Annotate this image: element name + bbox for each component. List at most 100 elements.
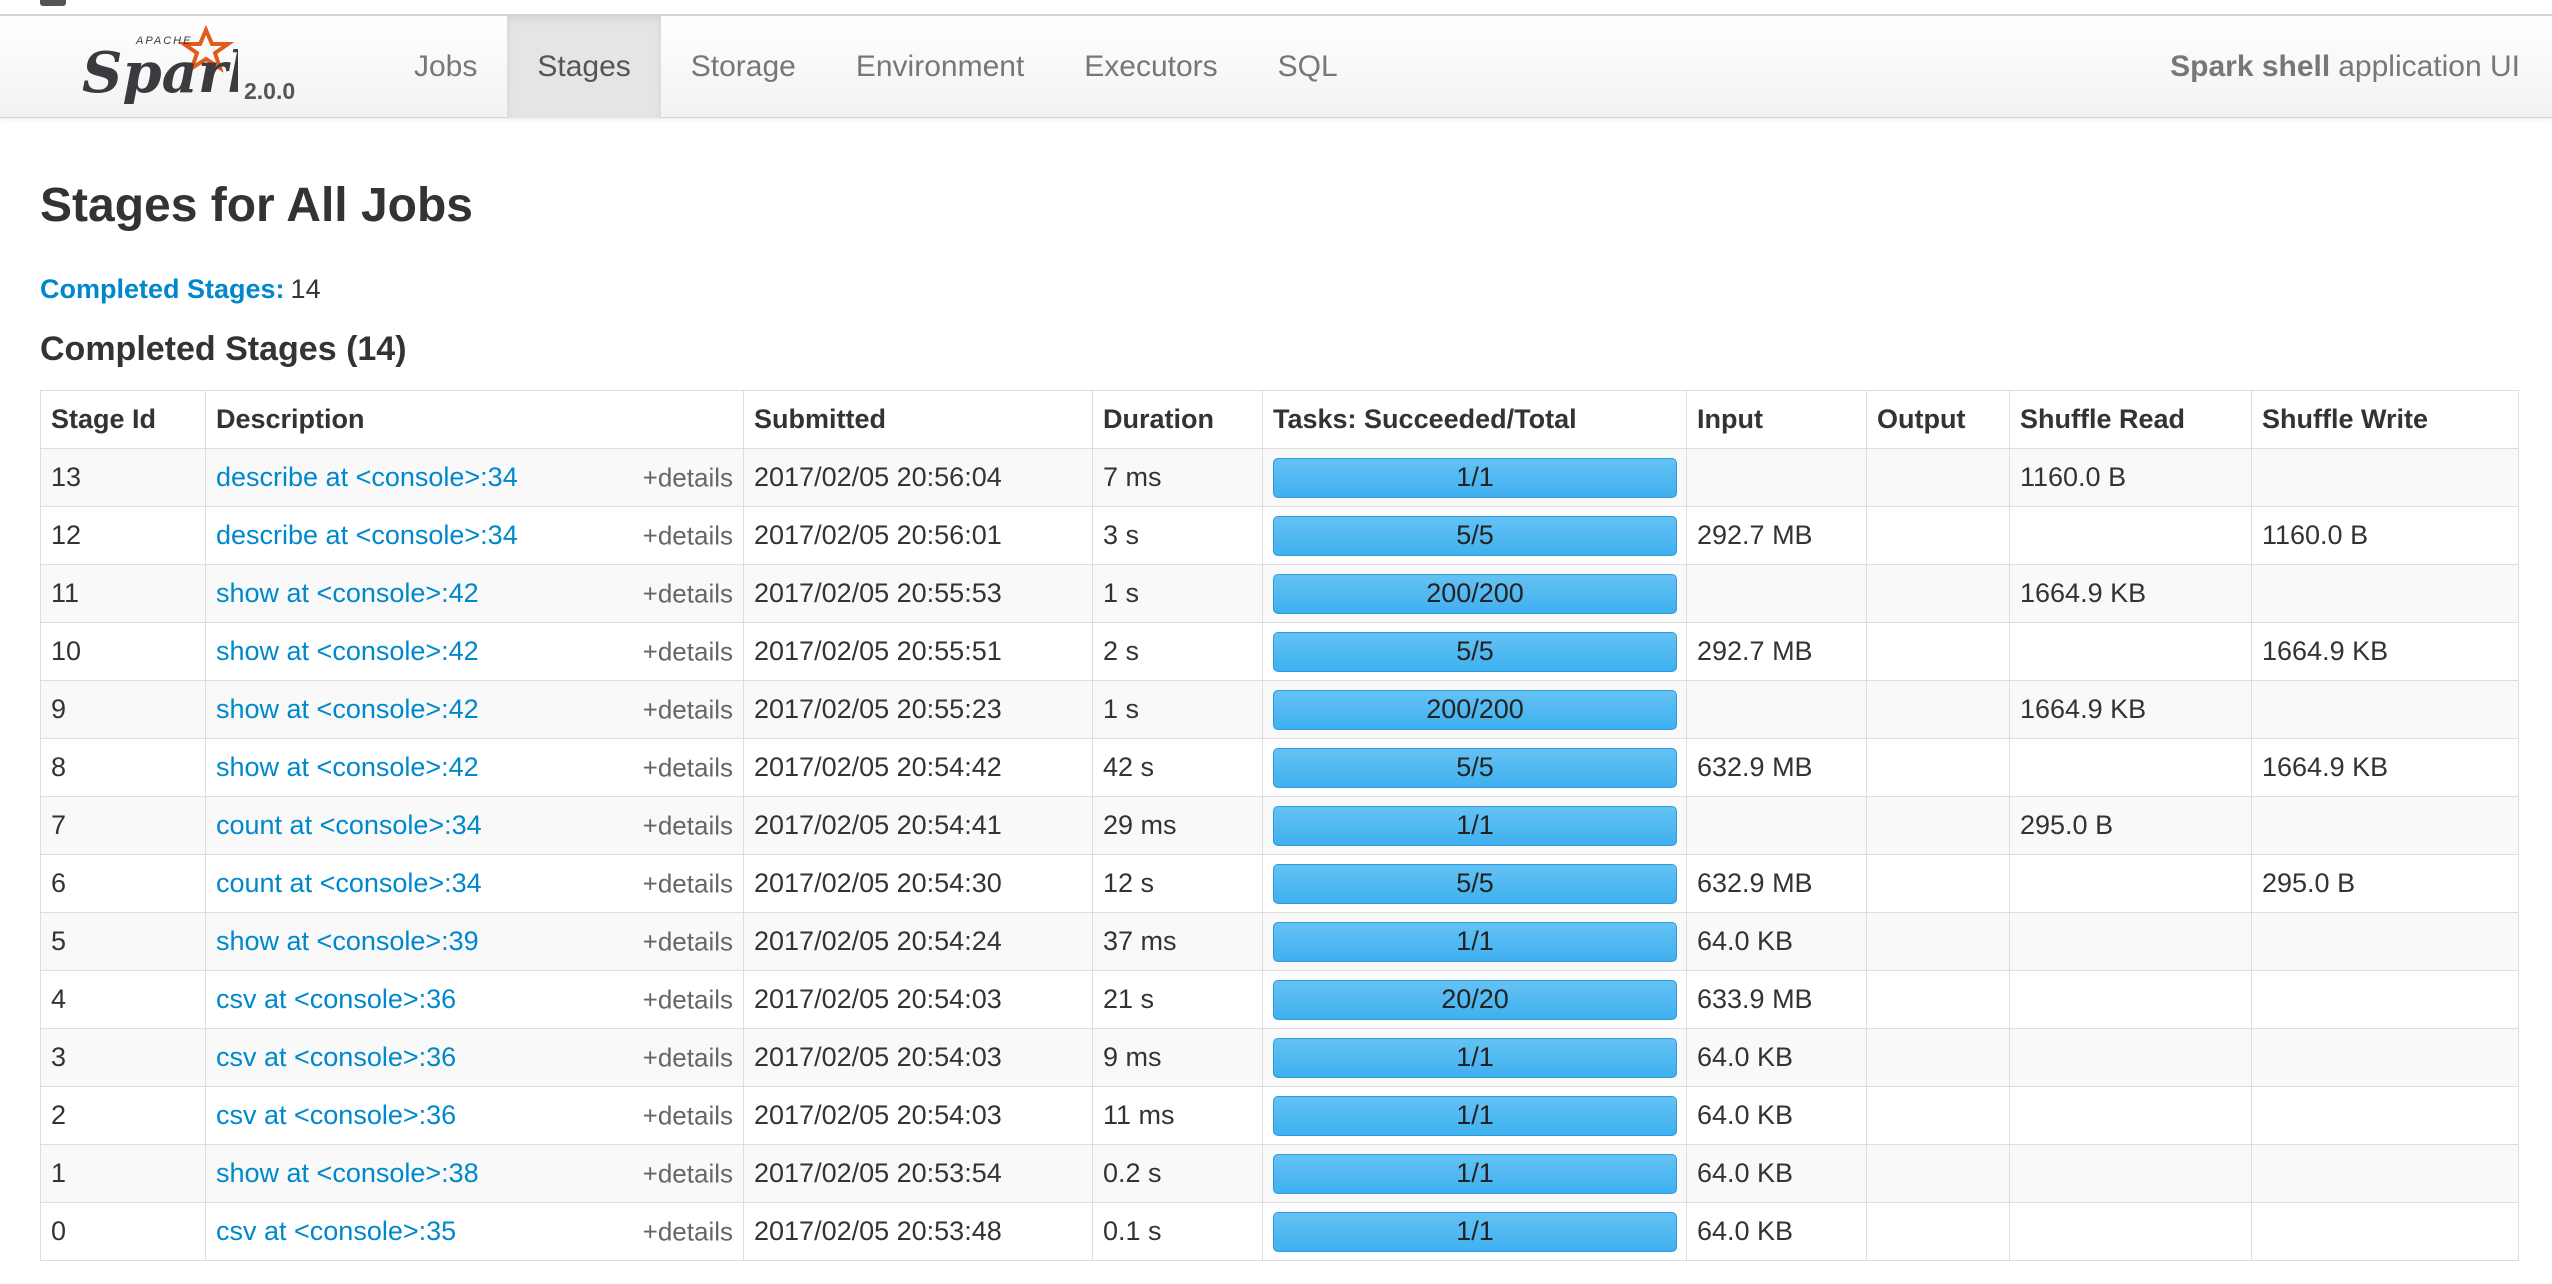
description-cell: show at <console>:39 +details [205, 912, 744, 971]
tasks-progress-label: 1/1 [1456, 926, 1494, 956]
shuffle-write-cell: 1664.9 KB [2251, 622, 2519, 681]
tasks-cell: 1/1 [1262, 912, 1687, 971]
stage-description-link[interactable]: count at <console>:34 [216, 868, 482, 898]
stage-description-link[interactable]: describe at <console>:34 [216, 520, 518, 550]
submitted-cell: 2017/02/05 20:56:01 [743, 506, 1093, 565]
nav-environment[interactable]: Environment [826, 16, 1054, 118]
details-toggle[interactable]: +details [643, 868, 733, 899]
output-cell [1866, 912, 2010, 971]
tasks-progress-label: 20/20 [1441, 984, 1509, 1014]
stage-id-cell: 10 [40, 622, 206, 681]
shuffle-read-cell: 1160.0 B [2009, 448, 2252, 507]
header-shuffle-write[interactable]: Shuffle Write [2251, 390, 2519, 449]
stage-description-link[interactable]: count at <console>:34 [216, 810, 482, 840]
tasks-progress-bar: 200/200 [1273, 689, 1677, 730]
details-toggle[interactable]: +details [643, 752, 733, 783]
output-cell [1866, 564, 2010, 623]
table-row: 2 csv at <console>:36 +details 2017/02/05 2… [40, 1086, 2519, 1145]
nav-storage[interactable]: Storage [661, 16, 826, 118]
completed-stages-link[interactable]: Completed Stages: [40, 274, 285, 304]
input-cell: 292.7 MB [1686, 506, 1867, 565]
shuffle-write-cell [2251, 796, 2519, 855]
stage-description-link[interactable]: csv at <console>:36 [216, 1042, 456, 1072]
description-cell: show at <console>:42 +details [205, 564, 744, 623]
output-cell [1866, 622, 2010, 681]
stage-description-link[interactable]: show at <console>:39 [216, 926, 479, 956]
stage-description-link[interactable]: describe at <console>:34 [216, 462, 518, 492]
output-cell [1866, 506, 2010, 565]
description-cell: show at <console>:42 +details [205, 622, 744, 681]
duration-cell: 2 s [1092, 622, 1263, 681]
tasks-progress-bar: 20/20 [1273, 979, 1677, 1020]
input-cell: 292.7 MB [1686, 622, 1867, 681]
stage-description-link[interactable]: show at <console>:42 [216, 578, 479, 608]
header-stage-id[interactable]: Stage Id [40, 390, 206, 449]
tasks-progress-label: 1/1 [1456, 1042, 1494, 1072]
nav-jobs[interactable]: Jobs [384, 16, 507, 118]
details-toggle[interactable]: +details [643, 520, 733, 551]
details-toggle[interactable]: +details [643, 984, 733, 1015]
tasks-progress-label: 1/1 [1456, 462, 1494, 492]
details-toggle[interactable]: +details [643, 1042, 733, 1073]
shuffle-write-cell [2251, 1144, 2519, 1203]
stage-description-link[interactable]: csv at <console>:35 [216, 1216, 456, 1246]
header-tasks[interactable]: Tasks: Succeeded/Total [1262, 390, 1687, 449]
header-description[interactable]: Description [205, 390, 744, 449]
description-cell: csv at <console>:36 +details [205, 1086, 744, 1145]
header-submitted[interactable]: Submitted [743, 390, 1093, 449]
details-toggle[interactable]: +details [643, 1216, 733, 1247]
stage-description-link[interactable]: show at <console>:42 [216, 752, 479, 782]
details-toggle[interactable]: +details [643, 694, 733, 725]
input-cell: 64.0 KB [1686, 1028, 1867, 1087]
output-cell [1866, 796, 2010, 855]
description-cell: show at <console>:38 +details [205, 1144, 744, 1203]
app-name: Spark shell [2170, 50, 2331, 83]
input-cell: 633.9 MB [1686, 970, 1867, 1029]
details-toggle[interactable]: +details [643, 810, 733, 841]
submitted-cell: 2017/02/05 20:54:42 [743, 738, 1093, 797]
shuffle-write-cell [2251, 970, 2519, 1029]
stage-description-link[interactable]: show at <console>:38 [216, 1158, 479, 1188]
tasks-progress-label: 1/1 [1456, 1100, 1494, 1130]
shuffle-read-cell: 1664.9 KB [2009, 564, 2252, 623]
nav-stages[interactable]: Stages [507, 16, 661, 118]
header-input[interactable]: Input [1686, 390, 1867, 449]
details-toggle[interactable]: +details [643, 926, 733, 957]
nav-sql[interactable]: SQL [1248, 16, 1368, 118]
spark-logo[interactable]: Spark APACHE 2.0.0 [78, 22, 318, 112]
stage-description-link[interactable]: csv at <console>:36 [216, 1100, 456, 1130]
stage-description-link[interactable]: show at <console>:42 [216, 636, 479, 666]
table-row: 11 show at <console>:42 +details 2017/02/05… [40, 564, 2519, 623]
duration-cell: 21 s [1092, 970, 1263, 1029]
header-output[interactable]: Output [1866, 390, 2010, 449]
stage-description-link[interactable]: show at <console>:42 [216, 694, 479, 724]
duration-cell: 3 s [1092, 506, 1263, 565]
nav-executors[interactable]: Executors [1054, 16, 1247, 118]
details-toggle[interactable]: +details [643, 1158, 733, 1189]
submitted-cell: 2017/02/05 20:56:04 [743, 448, 1093, 507]
output-cell [1866, 1086, 2010, 1145]
tasks-progress-bar: 1/1 [1273, 1095, 1677, 1136]
stage-id-cell: 2 [40, 1086, 206, 1145]
input-cell: 632.9 MB [1686, 738, 1867, 797]
shuffle-write-cell [2251, 912, 2519, 971]
header-shuffle-read[interactable]: Shuffle Read [2009, 390, 2252, 449]
details-toggle[interactable]: +details [643, 1100, 733, 1131]
stage-description-link[interactable]: csv at <console>:36 [216, 984, 456, 1014]
tasks-cell: 20/20 [1262, 970, 1687, 1029]
input-cell [1686, 796, 1867, 855]
input-cell [1686, 564, 1867, 623]
details-toggle[interactable]: +details [643, 636, 733, 667]
tasks-progress-label: 1/1 [1456, 1158, 1494, 1188]
app-title-suffix: application UI [2338, 50, 2520, 83]
svg-text:Spark: Spark [82, 40, 238, 106]
table-row: 13 describe at <console>:34 +details 2017/0… [40, 448, 2519, 507]
details-toggle[interactable]: +details [643, 462, 733, 493]
details-toggle[interactable]: +details [643, 578, 733, 609]
submitted-cell: 2017/02/05 20:55:53 [743, 564, 1093, 623]
output-cell [1866, 680, 2010, 739]
stage-id-cell: 3 [40, 1028, 206, 1087]
spark-version: 2.0.0 [244, 78, 296, 104]
header-duration[interactable]: Duration [1092, 390, 1263, 449]
submitted-cell: 2017/02/05 20:54:41 [743, 796, 1093, 855]
